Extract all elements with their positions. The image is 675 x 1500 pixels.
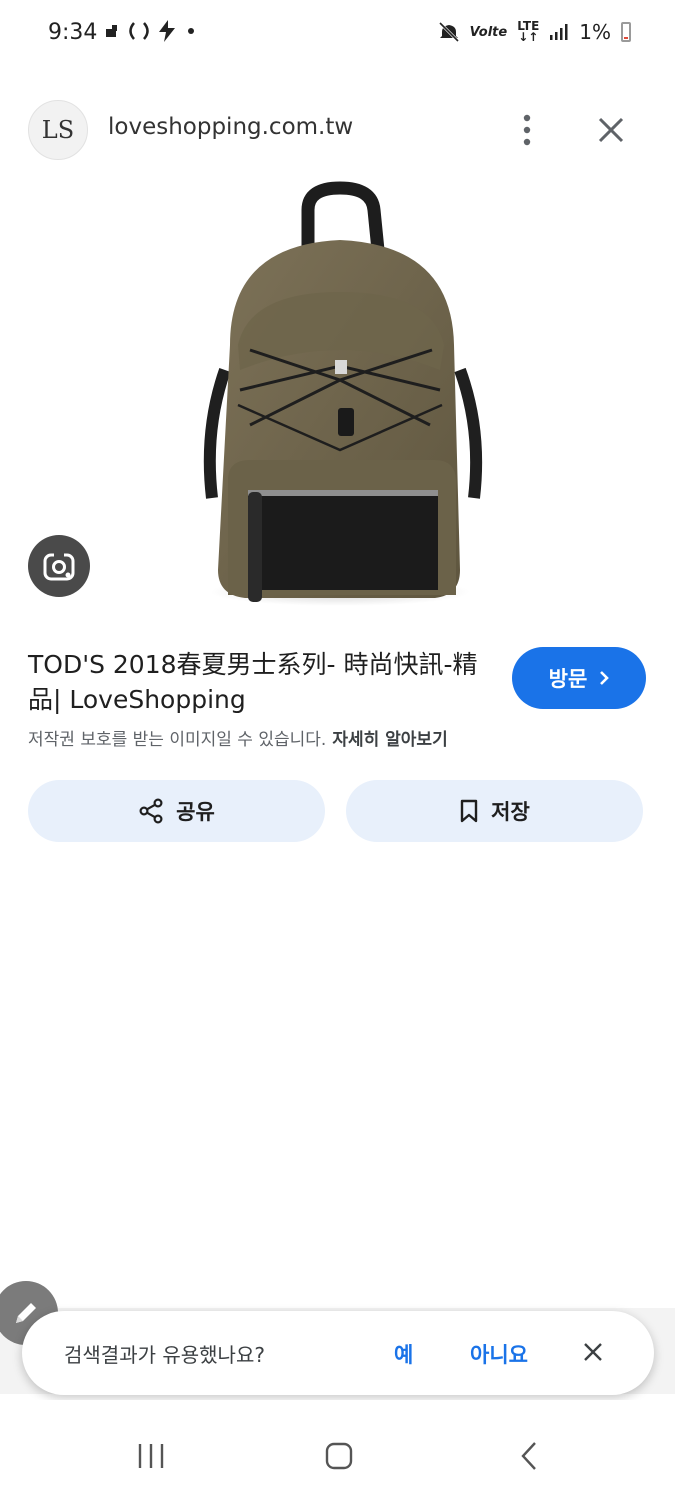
vpn-icon (129, 22, 149, 40)
lte-label: LTE ↓↑ (517, 19, 540, 44)
learn-more-link[interactable]: 자세히 알아보기 (332, 730, 447, 750)
close-icon (598, 117, 624, 143)
feedback-card: 검색결과가 유용했나요? 예 아니요 (22, 1311, 654, 1395)
feedback-yes-button[interactable]: 예 (394, 1339, 413, 1369)
lens-search-button[interactable] (28, 535, 90, 597)
battery-percent: 1% (579, 20, 611, 44)
volte-label: Volte (469, 24, 508, 40)
status-left-icons (104, 20, 196, 42)
feedback-question: 검색결과가 유용했나요? (64, 1343, 265, 1367)
home-button[interactable] (314, 1436, 364, 1476)
site-logo-text: LS (41, 116, 75, 144)
status-right-icons: Volte LTE ↓↑ 1% (438, 20, 631, 44)
chevron-right-icon (600, 671, 610, 685)
navigation-bar (0, 1400, 675, 1500)
close-icon (584, 1343, 602, 1361)
site-domain[interactable]: loveshopping.com.tw (108, 114, 353, 140)
visit-button[interactable]: 방문 (512, 647, 646, 709)
recent-apps-button[interactable] (126, 1436, 176, 1476)
battery-icon (621, 22, 631, 42)
feedback-close-button[interactable] (578, 1337, 608, 1367)
share-icon (139, 798, 163, 824)
site-logo[interactable]: LS (28, 100, 88, 160)
save-label: 저장 (491, 800, 530, 824)
status-bar: 9:34 Volte LTE ↓↑ 1% (0, 0, 675, 70)
close-button[interactable] (588, 108, 634, 152)
home-icon (325, 1442, 353, 1470)
result-title[interactable]: TOD'S 2018春夏男士系列- 時尚快訊-精品| LoveShopping (28, 647, 488, 717)
share-label: 공유 (176, 800, 215, 824)
image-viewer-page: 9:34 Volte LTE ↓↑ 1% LS loveshopping.com.… (0, 0, 675, 1500)
copyright-notice: 저작권 보호를 받는 이미지일 수 있습니다. 자세히 알아보기 (28, 725, 448, 750)
recent-apps-icon (138, 1444, 164, 1468)
more-options-button[interactable] (506, 108, 548, 152)
visit-label: 방문 (548, 667, 588, 691)
dot-icon (188, 28, 194, 34)
share-button[interactable]: 공유 (28, 780, 325, 842)
more-vert-icon (523, 114, 531, 146)
product-image[interactable] (190, 180, 500, 610)
back-button[interactable] (504, 1436, 554, 1476)
save-button[interactable]: 저장 (346, 780, 643, 842)
bolt-icon (159, 20, 175, 42)
bookmark-icon (460, 799, 478, 823)
mute-icon (438, 21, 459, 43)
status-time: 9:34 (48, 20, 98, 45)
copyright-text: 저작권 보호를 받는 이미지일 수 있습니다. (28, 730, 327, 750)
notification-icon (106, 25, 117, 37)
signal-icon (550, 24, 568, 40)
back-icon (521, 1442, 536, 1470)
lens-icon (43, 552, 75, 581)
lte-text: LTE (517, 19, 540, 33)
feedback-no-button[interactable]: 아니요 (470, 1339, 528, 1369)
